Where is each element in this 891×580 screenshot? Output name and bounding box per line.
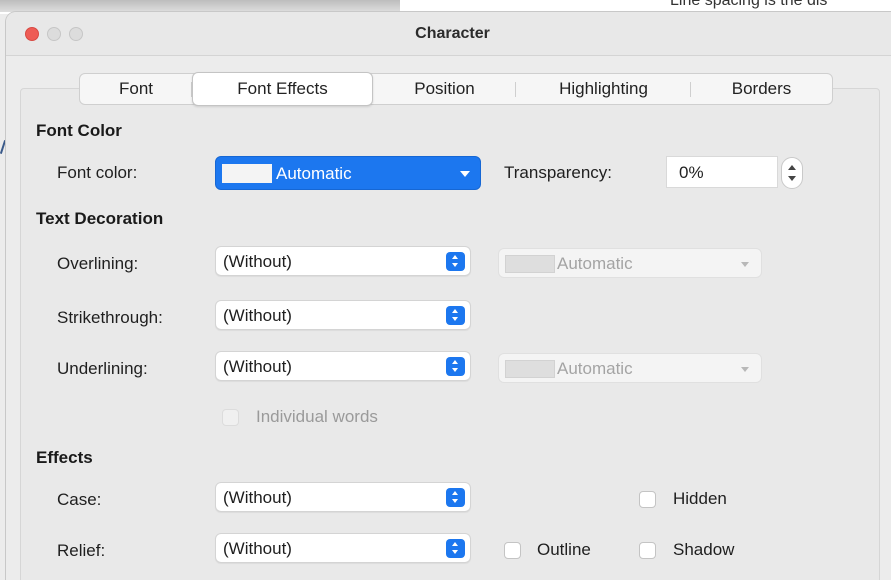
overlining-value: (Without) bbox=[223, 252, 292, 271]
font-color-dropdown[interactable]: Automatic bbox=[215, 156, 481, 190]
font-color-heading: Font Color bbox=[36, 121, 122, 140]
overline-color-dropdown[interactable]: Automatic bbox=[498, 248, 762, 278]
select-stepper-icon bbox=[446, 306, 465, 325]
select-stepper-icon bbox=[446, 252, 465, 271]
shadow-label: Shadow bbox=[673, 540, 735, 559]
tab-borders[interactable]: Borders bbox=[691, 74, 832, 104]
case-select[interactable]: (Without) bbox=[215, 482, 471, 512]
underlining-value: (Without) bbox=[223, 357, 292, 376]
strikethrough-value: (Without) bbox=[223, 306, 292, 325]
chevron-down-icon bbox=[741, 367, 749, 372]
underlining-label: Underlining: bbox=[57, 359, 148, 378]
select-stepper-icon bbox=[446, 488, 465, 507]
titlebar: Character bbox=[6, 12, 891, 56]
character-dialog: Character Font Font Effects Position Hig… bbox=[6, 12, 891, 580]
select-stepper-icon bbox=[446, 539, 465, 558]
underlining-select[interactable]: (Without) bbox=[215, 351, 471, 381]
transparency-value: 0% bbox=[679, 163, 704, 182]
relief-select[interactable]: (Without) bbox=[215, 533, 471, 563]
strikethrough-label: Strikethrough: bbox=[57, 308, 163, 327]
background-text: Line spacing is the dis bbox=[670, 0, 828, 9]
overline-color-value: Automatic bbox=[557, 254, 633, 273]
font-color-swatch bbox=[222, 164, 272, 183]
text-decoration-heading: Text Decoration bbox=[36, 209, 164, 228]
background-window-edge bbox=[0, 0, 400, 12]
window-title: Character bbox=[415, 25, 490, 42]
outline-label: Outline bbox=[537, 540, 591, 559]
increment-icon bbox=[788, 165, 796, 170]
tab-bar: Font Font Effects Position Highlighting … bbox=[79, 72, 833, 106]
chevron-down-icon bbox=[741, 262, 749, 267]
transparency-field[interactable]: 0% bbox=[666, 156, 778, 188]
overline-color-swatch bbox=[505, 255, 555, 273]
decrement-icon bbox=[788, 176, 796, 181]
select-stepper-icon bbox=[446, 357, 465, 376]
transparency-stepper[interactable] bbox=[781, 157, 803, 189]
transparency-label: Transparency: bbox=[504, 163, 613, 182]
overlining-label: Overlining: bbox=[57, 254, 139, 273]
individual-words-checkbox[interactable] bbox=[222, 409, 239, 426]
individual-words-label: Individual words bbox=[256, 407, 378, 426]
overlining-select[interactable]: (Without) bbox=[215, 246, 471, 276]
strikethrough-select[interactable]: (Without) bbox=[215, 300, 471, 330]
effects-heading: Effects bbox=[36, 448, 93, 467]
case-value: (Without) bbox=[223, 488, 292, 507]
hidden-checkbox[interactable] bbox=[639, 491, 656, 508]
chevron-down-icon bbox=[460, 171, 470, 177]
hidden-label: Hidden bbox=[673, 489, 727, 508]
shadow-checkbox[interactable] bbox=[639, 542, 656, 559]
underline-color-dropdown[interactable]: Automatic bbox=[498, 353, 762, 383]
tab-highlighting[interactable]: Highlighting bbox=[516, 74, 691, 104]
underline-color-value: Automatic bbox=[557, 359, 633, 378]
relief-label: Relief: bbox=[57, 541, 106, 560]
case-label: Case: bbox=[57, 490, 102, 509]
tab-position[interactable]: Position bbox=[373, 74, 516, 104]
outline-checkbox[interactable] bbox=[504, 542, 521, 559]
relief-value: (Without) bbox=[223, 539, 292, 558]
tab-font[interactable]: Font bbox=[80, 74, 192, 104]
tab-font-effects[interactable]: Font Effects bbox=[192, 72, 373, 106]
font-color-value: Automatic bbox=[276, 164, 352, 183]
font-color-label: Font color: bbox=[57, 163, 138, 182]
underline-color-swatch bbox=[505, 360, 555, 378]
